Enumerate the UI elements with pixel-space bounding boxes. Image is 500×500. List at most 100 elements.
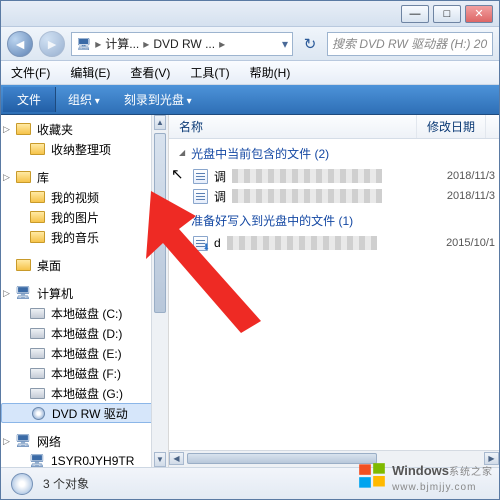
sidebar-item-11[interactable]: 本地磁盘 (F:) bbox=[1, 363, 168, 383]
column-headers: 名称 修改日期 bbox=[169, 115, 499, 139]
breadcrumb-dropdown-icon[interactable]: ▾ bbox=[282, 37, 288, 51]
breadcrumb[interactable]: 🖥 ▸ 计算... ▸ DVD RW ... ▸ ▾ bbox=[71, 32, 293, 56]
sidebar-item-1[interactable]: 收纳整理项 bbox=[1, 139, 168, 159]
sidebar-item-label: 计算机 bbox=[37, 285, 73, 302]
scroll-up-icon[interactable]: ▲ bbox=[154, 115, 166, 130]
cmd-burn[interactable]: 刻录到光盘 bbox=[112, 87, 204, 112]
folder-icon bbox=[29, 189, 45, 205]
sidebar: ▷收藏夹收纳整理项 ▷库我的视频我的图片我的音乐桌面 ▷🖥计算机本地磁盘 (C:) 本… bbox=[1, 115, 169, 467]
sidebar-item-label: 本地磁盘 (D:) bbox=[51, 325, 122, 342]
drive-icon bbox=[29, 345, 45, 361]
list-item[interactable]: 调 2018/11/3 bbox=[169, 166, 499, 186]
disc-icon bbox=[11, 473, 33, 495]
refresh-button[interactable]: ↻ bbox=[299, 33, 321, 55]
maximize-button[interactable]: □ bbox=[433, 5, 461, 23]
sidebar-item-12[interactable]: 本地磁盘 (G:) bbox=[1, 383, 168, 403]
scroll-thumb[interactable] bbox=[154, 133, 166, 313]
scroll-thumb-h[interactable] bbox=[187, 453, 377, 464]
folder-icon bbox=[15, 257, 31, 273]
watermark-domain: www.bjmjjy.com bbox=[392, 482, 476, 493]
back-button[interactable]: ◄ bbox=[7, 31, 33, 57]
sidebar-item-label: 本地磁盘 (E:) bbox=[51, 345, 122, 362]
folder-icon bbox=[29, 209, 45, 225]
content-pane: 名称 修改日期 ↖ 光盘中当前包含的文件 (2)调2018/11/3调2018/… bbox=[169, 115, 499, 467]
menu-tools[interactable]: 工具(T) bbox=[180, 64, 239, 81]
file-download-icon: ⬇ bbox=[193, 236, 208, 251]
close-button[interactable]: ✕ bbox=[465, 5, 493, 23]
folder-icon bbox=[29, 141, 45, 157]
sidebar-item-label: 我的音乐 bbox=[51, 229, 99, 246]
file-date: 2015/10/1 bbox=[446, 237, 495, 249]
sidebar-item-4[interactable]: 我的图片 bbox=[1, 207, 168, 227]
group-header-0[interactable]: 光盘中当前包含的文件 (2) bbox=[169, 139, 499, 166]
sidebar-item-9[interactable]: 本地磁盘 (D:) bbox=[1, 323, 168, 343]
breadcrumb-seg-computer[interactable]: 计算... bbox=[105, 35, 139, 52]
sidebar-item-7[interactable]: ▷🖥计算机 bbox=[1, 283, 168, 303]
file-name: d bbox=[214, 236, 221, 250]
sidebar-item-label: 本地磁盘 (F:) bbox=[51, 365, 121, 382]
disc-icon bbox=[30, 405, 46, 421]
titlebar: — □ ✕ bbox=[1, 1, 499, 27]
sidebar-item-10[interactable]: 本地磁盘 (E:) bbox=[1, 343, 168, 363]
menu-help[interactable]: 帮助(H) bbox=[240, 64, 301, 81]
search-input[interactable]: 搜索 DVD RW 驱动器 (H:) 20 bbox=[327, 32, 493, 56]
sidebar-item-13[interactable]: DVD RW 驱动 bbox=[1, 403, 168, 423]
file-name: 调 bbox=[214, 188, 226, 205]
address-bar: ◄ ► 🖥 ▸ 计算... ▸ DVD RW ... ▸ ▾ ↻ 搜索 DVD … bbox=[1, 27, 499, 61]
menubar: 文件(F) 编辑(E) 查看(V) 工具(T) 帮助(H) bbox=[1, 61, 499, 85]
pc-icon: 🖥 bbox=[29, 453, 45, 467]
col-date[interactable]: 修改日期 bbox=[417, 115, 486, 138]
sidebar-item-15[interactable]: 🖥 1SYR0JYH9TR bbox=[1, 451, 168, 467]
sidebar-item-3[interactable]: 我的视频 bbox=[1, 187, 168, 207]
sidebar-item-label: 1SYR0JYH9TR bbox=[51, 454, 134, 467]
pc-icon: 🖥 bbox=[15, 433, 31, 449]
redacted-text bbox=[232, 169, 382, 183]
scroll-left-icon[interactable]: ◀ bbox=[169, 452, 184, 465]
sidebar-item-5[interactable]: 我的音乐 bbox=[1, 227, 168, 247]
forward-button[interactable]: ► bbox=[39, 31, 65, 57]
drive-icon bbox=[29, 325, 45, 341]
list-item[interactable]: ⬇ d 2015/10/1 bbox=[169, 233, 499, 253]
sidebar-item-label: 桌面 bbox=[37, 257, 61, 274]
sidebar-item-8[interactable]: 本地磁盘 (C:) bbox=[1, 303, 168, 323]
sidebar-scrollbar[interactable]: ▲ ▼ bbox=[151, 115, 168, 467]
sidebar-item-label: 库 bbox=[37, 169, 49, 186]
sidebar-item-14[interactable]: ▷🖥网络 bbox=[1, 431, 168, 451]
sidebar-item-label: 收纳整理项 bbox=[51, 141, 111, 158]
col-name[interactable]: 名称 bbox=[169, 115, 417, 138]
cmd-organize[interactable]: 组织 bbox=[56, 87, 112, 112]
windows-logo-icon bbox=[358, 462, 386, 493]
explorer-window: — □ ✕ ◄ ► 🖥 ▸ 计算... ▸ DVD RW ... ▸ ▾ ↻ 搜… bbox=[0, 0, 500, 500]
watermark: Windows系统之家 www.bjmjjy.com bbox=[358, 462, 493, 493]
pc-icon: 🖥 bbox=[76, 37, 91, 51]
folder-icon bbox=[15, 169, 31, 185]
sidebar-item-2[interactable]: ▷库 bbox=[1, 167, 168, 187]
sidebar-item-label: 本地磁盘 (C:) bbox=[51, 305, 122, 322]
drive-icon bbox=[29, 385, 45, 401]
menu-edit[interactable]: 编辑(E) bbox=[60, 64, 120, 81]
file-name: 调 bbox=[214, 168, 226, 185]
watermark-brand: Windows bbox=[392, 463, 449, 478]
folder-icon bbox=[15, 121, 31, 137]
sidebar-item-label: 网络 bbox=[37, 433, 61, 450]
sidebar-item-label: DVD RW 驱动 bbox=[52, 405, 128, 422]
drive-icon bbox=[29, 305, 45, 321]
drive-icon bbox=[29, 365, 45, 381]
scroll-down-icon[interactable]: ▼ bbox=[154, 452, 166, 467]
sidebar-item-0[interactable]: ▷收藏夹 bbox=[1, 119, 168, 139]
group-header-1[interactable]: 准备好写入到光盘中的文件 (1) bbox=[169, 206, 499, 233]
document-icon bbox=[193, 169, 208, 184]
sidebar-item-label: 收藏夹 bbox=[37, 121, 73, 138]
group-title: 光盘中当前包含的文件 (2) bbox=[191, 145, 329, 162]
menu-file[interactable]: 文件(F) bbox=[1, 64, 60, 81]
sidebar-item-6[interactable]: 桌面 bbox=[1, 255, 168, 275]
breadcrumb-seg-dvd[interactable]: DVD RW ... bbox=[153, 37, 215, 51]
minimize-button[interactable]: — bbox=[401, 5, 429, 23]
file-date: 2018/11/3 bbox=[447, 170, 495, 182]
sidebar-item-label: 本地磁盘 (G:) bbox=[51, 385, 123, 402]
cmd-file[interactable]: 文件 bbox=[3, 87, 56, 112]
redacted-text bbox=[232, 189, 382, 203]
menu-view[interactable]: 查看(V) bbox=[120, 64, 180, 81]
list-item[interactable]: 调2018/11/3 bbox=[169, 186, 499, 206]
redacted-text bbox=[227, 236, 377, 250]
